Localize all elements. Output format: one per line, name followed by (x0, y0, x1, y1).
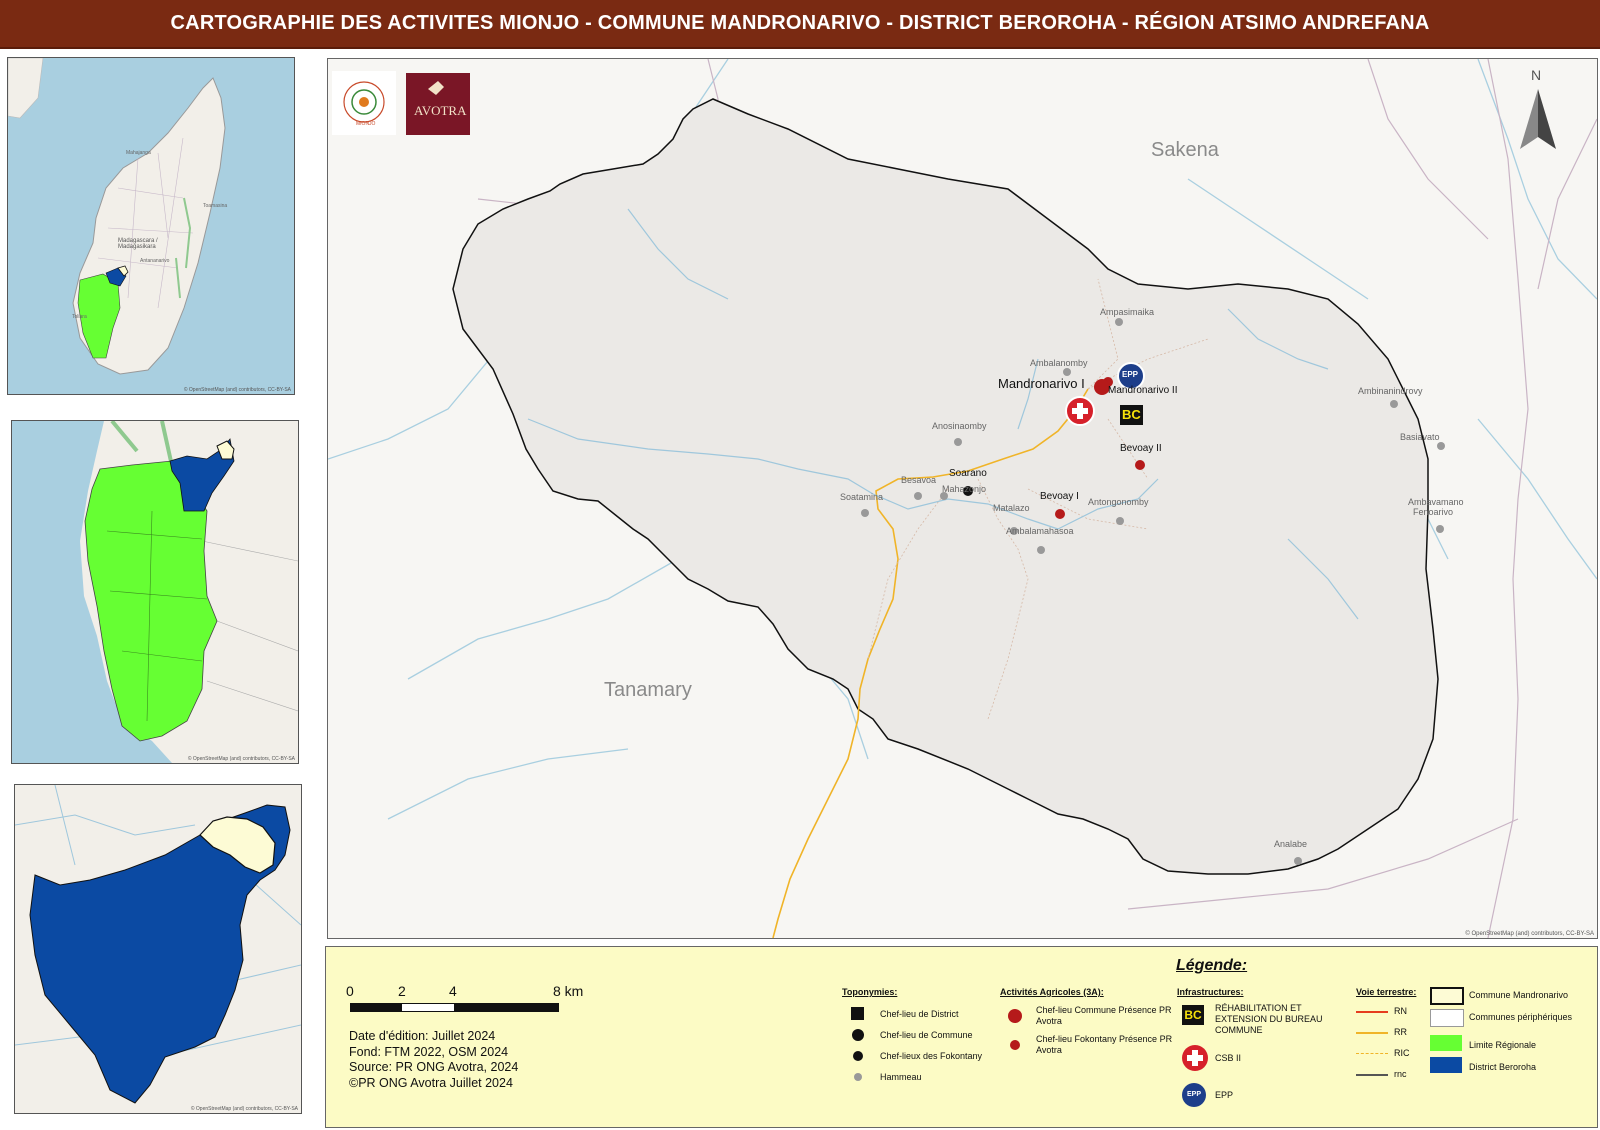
city-label-toamasina: Toamasina (203, 203, 228, 209)
sym-district-area (1430, 1057, 1462, 1073)
label-soarano: Soarano (949, 468, 987, 479)
legend-activite-commune: Chef-lieu Commune Présence PR Avotra (1036, 1005, 1172, 1026)
label-ambavamano: Ambavamano (1408, 497, 1464, 507)
legend-hamlet: Hammeau (880, 1072, 922, 1082)
sym-ric (1356, 1053, 1388, 1054)
label-analabe: Analabe (1274, 839, 1308, 849)
label-ambalamahasoa: Ambalamahasoa (1006, 526, 1074, 536)
label-besavoa: Besavoa (901, 475, 937, 485)
sym-fokontany (853, 1051, 863, 1061)
label-mandronarivo2: Mandronarivo II (1108, 385, 1178, 396)
inset-district: © OpenStreetMap (and) contributors, CC-B… (14, 784, 302, 1114)
sym-region-area (1430, 1035, 1462, 1051)
info-source: Source: PR ONG Avotra, 2024 (349, 1060, 519, 1074)
legend-ric: RIC (1394, 1048, 1410, 1058)
sym-hamlet (854, 1073, 862, 1081)
madagascar-map (8, 58, 294, 394)
inset-region-credit: © OpenStreetMap (and) contributors, CC-B… (187, 756, 295, 762)
legend-district-area: District Beroroha (1469, 1062, 1537, 1072)
city-label-toliara: Toliara (72, 314, 87, 320)
label-anosinaomby: Anosinaomby (932, 421, 987, 431)
city-label-antananarivo: Antananarivo (140, 258, 170, 264)
legend-commune: Chef-lieu de Commune (880, 1030, 973, 1040)
label-mandronarivo1: Mandronarivo I (998, 376, 1085, 391)
sym-commune-area (1430, 987, 1464, 1005)
label-sakena: Sakena (1151, 139, 1219, 161)
legend-region-area: Limite Régionale (1469, 1040, 1537, 1050)
sym-csb (1182, 1045, 1208, 1071)
sym-bc: BC (1182, 1005, 1204, 1025)
legend-voie-title: Voie terrestre: (1356, 987, 1417, 997)
inset-region: © OpenStreetMap (and) contributors, CC-B… (11, 420, 299, 764)
label-ampasimaika: Ampasimaika (1100, 307, 1155, 317)
label-fenoarivo: Fenoarivo (1413, 507, 1454, 517)
sym-activite-commune (1008, 1009, 1022, 1023)
label-matalazo: Matalazo (993, 503, 1030, 513)
sym-peripheral-area (1430, 1009, 1464, 1027)
legend-bc: RÉHABILITATION ET EXTENSION DU BUREAU CO… (1215, 1003, 1323, 1035)
label-soatamina: Soatamina (840, 492, 884, 502)
scale-tick-0: 0 (346, 983, 354, 999)
label-bevoay1: Bevoay I (1040, 491, 1079, 502)
city-label-mahajanga: Mahajanga (126, 150, 151, 156)
scale-tick-4: 4 (449, 983, 457, 999)
sym-rnc (1356, 1074, 1388, 1076)
label-ambalanomby: Ambalanomby (1030, 358, 1088, 368)
sym-rn (1356, 1011, 1388, 1013)
map-title: CARTOGRAPHIE DES ACTIVITES MIONJO - COMM… (170, 12, 1430, 34)
epp-icon-text: EPP (1122, 370, 1139, 379)
map-info: Date d'édition: Juillet 2024 Fond: FTM 2… (349, 1029, 518, 1091)
info-fond: Fond: FTM 2022, OSM 2024 (349, 1044, 509, 1059)
title-bar: CARTOGRAPHIE DES ACTIVITES MIONJO - COMM… (0, 0, 1600, 49)
sym-commune (852, 1029, 864, 1041)
legend-district: Chef-lieu de District (880, 1009, 959, 1019)
commune-map (328, 59, 1597, 938)
main-map-credit: © OpenStreetMap (and) contributors, CC-B… (1465, 931, 1594, 937)
inset-district-credit: © OpenStreetMap (and) contributors, CC-B… (190, 1106, 298, 1112)
label-bevoay2: Bevoay II (1120, 443, 1162, 454)
legend-panel: Légende: 0 2 4 8 km Date d'édition: Juil… (325, 946, 1598, 1128)
bc-icon-text: BC (1122, 407, 1141, 422)
label-antongonomby: Antongonomby (1088, 497, 1149, 507)
inset-madagascar: Madagascara / Madagasikara Antananarivo … (7, 57, 295, 395)
legend-rn: RN (1394, 1006, 1407, 1016)
csb-icon (1065, 396, 1095, 426)
sym-district (851, 1007, 864, 1020)
legend-csb: CSB II (1215, 1053, 1242, 1063)
bevoay2-point (1135, 460, 1145, 470)
info-copyright: ©PR ONG Avotra Juillet 2024 (349, 1075, 513, 1090)
legend-rr: RR (1394, 1027, 1407, 1037)
label-mahazonjo: Mahazonjo (942, 484, 987, 494)
legend-epp: EPP (1215, 1090, 1234, 1100)
legend-fokontany: Chef-lieux des Fokontany (880, 1051, 983, 1061)
sym-epp: EPP (1182, 1083, 1206, 1107)
main-map[interactable]: Sakena Tanamary N MIONJO AVOTRA Mandrona… (327, 58, 1598, 939)
scale-tick-2: 2 (398, 983, 406, 999)
avotra-logo-text: AVOTRA (414, 103, 467, 118)
mionjo-logo-text: MIONJO (356, 121, 376, 127)
sym-rr (1356, 1032, 1388, 1034)
legend-title: Légende: (1176, 957, 1248, 974)
madagascar-label: Madagascara / Madagasikara (118, 238, 158, 250)
legend-rnc: rnc (1394, 1069, 1407, 1079)
label-tanamary: Tanamary (604, 679, 692, 701)
legend-infrastructures-title: Infrastructures: (1177, 987, 1244, 997)
inset-madagascar-credit: © OpenStreetMap (and) contributors, CC-B… (183, 387, 291, 393)
legend-peripheral-area: Communes périphériques (1469, 1012, 1573, 1022)
legend-activites-title: Activités Agricoles (3A): (1000, 987, 1104, 997)
scale-tick-8: 8 km (553, 983, 584, 999)
label-ambinanindrovy: Ambinanindrovy (1358, 386, 1423, 396)
scale-bar (350, 1003, 559, 1012)
legend-activite-fokontany: Chef-lieu Fokontany Présence PR Avotra (1036, 1034, 1173, 1055)
bevoay1-point (1055, 509, 1065, 519)
sym-activite-fokontany (1010, 1040, 1020, 1050)
legend-toponymies-title: Toponymies: (842, 987, 898, 997)
label-basiavato: Basiavato (1400, 432, 1440, 442)
info-date: Date d'édition: Juillet 2024 (349, 1029, 496, 1043)
region-map (12, 421, 298, 763)
north-label: N (1531, 67, 1542, 83)
district-map (15, 785, 301, 1113)
legend-commune-area: Commune Mandronarivo (1469, 990, 1569, 1000)
